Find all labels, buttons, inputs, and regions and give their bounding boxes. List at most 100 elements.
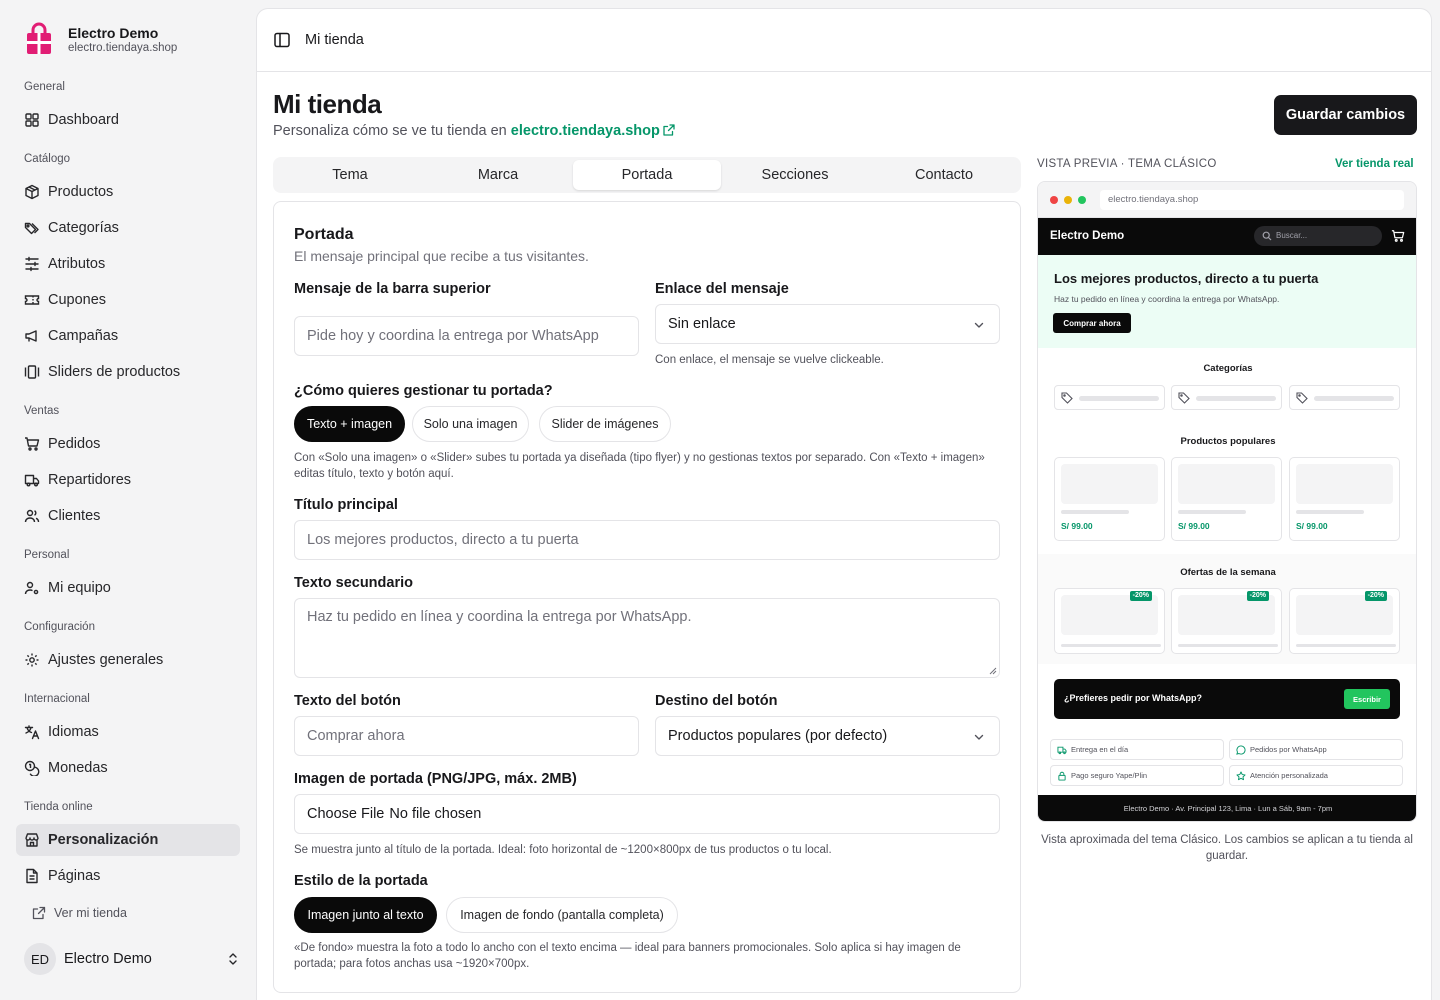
feature-label: Pago seguro Yape/Plin	[1071, 771, 1148, 780]
save-button[interactable]: Guardar cambios	[1274, 95, 1417, 135]
sidebar-item-atributos[interactable]: Atributos	[16, 248, 240, 280]
brand-domain: electro.tiendaya.shop	[68, 41, 178, 54]
placeholder-bar	[1061, 510, 1129, 514]
sidebar: Electro Demo electro.tiendaya.shop Gener…	[0, 0, 256, 1000]
tab-tema[interactable]: Tema	[276, 160, 424, 190]
preview-feature: Pedidos por WhatsApp	[1229, 739, 1403, 760]
avatar: ED	[24, 943, 56, 975]
tab-secciones[interactable]: Secciones	[721, 160, 869, 190]
gear-icon	[25, 653, 39, 667]
preview-category-card	[1054, 385, 1165, 410]
group-label-internacional: Internacional	[24, 693, 90, 705]
sidebar-item-categorias[interactable]: Categorías	[16, 212, 240, 244]
resize-handle-icon[interactable]	[989, 667, 997, 675]
truck-icon	[1057, 746, 1067, 755]
chat-icon	[1236, 745, 1246, 755]
product-image-placeholder	[1061, 464, 1158, 504]
sidebar-item-label: Idiomas	[48, 724, 99, 740]
page-subtitle-text: Personaliza cómo se ve tu tienda en	[273, 123, 507, 139]
file-status: No file chosen	[389, 806, 482, 822]
sidebar-item-monedas[interactable]: Monedas	[16, 752, 240, 784]
sidebar-item-personalizacion[interactable]: Personalización	[16, 824, 240, 856]
style-image-beside-text[interactable]: Imagen junto al texto	[294, 897, 437, 933]
sidebar-item-label: Pedidos	[48, 436, 101, 452]
button-destination-select[interactable]: Productos populares (por defecto)	[655, 716, 1000, 756]
sidebar-item-campanas[interactable]: Campañas	[16, 320, 240, 352]
sidebar-item-pedidos[interactable]: Pedidos	[16, 428, 240, 460]
preview-category-card	[1171, 385, 1282, 410]
option-text-image[interactable]: Texto + imagen	[294, 406, 405, 442]
breadcrumb: Mi tienda	[305, 32, 364, 48]
button-text-input[interactable]: Comprar ahora	[294, 716, 639, 756]
sidebar-item-sliders[interactable]: Sliders de productos	[16, 356, 240, 388]
sidebar-item-label: Atributos	[48, 256, 106, 272]
message-link-label: Enlace del mensaje	[655, 281, 789, 297]
preview-navbar: Electro Demo Buscar...	[1038, 218, 1416, 255]
sidebar-item-equipo[interactable]: Mi equipo	[16, 572, 240, 604]
sidebar-item-ajustes[interactable]: Ajustes generales	[16, 644, 240, 676]
chevrons-up-down-icon	[229, 953, 237, 965]
user-cog-icon	[24, 581, 39, 595]
main-title-input[interactable]: Los mejores productos, directo a tu puer…	[294, 520, 1000, 560]
secondary-text-textarea[interactable]: Haz tu pedido en línea y coordina la ent…	[294, 598, 1000, 678]
ticket-icon	[24, 295, 40, 305]
placeholder-bar	[1178, 644, 1278, 647]
tags-icon	[24, 222, 39, 235]
main-panel: Mi tienda Mi tienda Personaliza cómo se …	[256, 8, 1432, 1000]
brand[interactable]: Electro Demo electro.tiendaya.shop	[24, 22, 177, 56]
sidebar-item-productos[interactable]: Productos	[16, 176, 240, 208]
sidebar-item-label: Clientes	[48, 508, 101, 524]
topbar-message-input[interactable]: Pide hoy y coordina la entrega por Whats…	[294, 316, 639, 356]
user-menu[interactable]: ED Electro Demo	[24, 943, 240, 975]
feature-label: Atención personalizada	[1250, 771, 1328, 780]
package-icon	[25, 184, 39, 200]
search-icon	[1262, 231, 1272, 241]
view-store-link[interactable]: Ver mi tienda	[32, 906, 127, 920]
sidebar-item-idiomas[interactable]: Idiomas	[16, 716, 240, 748]
sidebar-toggle-icon[interactable]	[273, 31, 291, 49]
sidebar-item-repartidores[interactable]: Repartidores	[16, 464, 240, 496]
group-label-general: General	[24, 81, 65, 93]
tab-portada[interactable]: Portada	[573, 160, 721, 190]
preview-offer-card: -20%	[1054, 588, 1165, 654]
tab-marca[interactable]: Marca	[424, 160, 572, 190]
preview-whatsapp-banner: ¿Prefieres pedir por WhatsApp? Escribir	[1054, 679, 1400, 719]
sidebar-item-cupones[interactable]: Cupones	[16, 284, 240, 316]
product-image-placeholder	[1178, 464, 1275, 504]
style-background-image[interactable]: Imagen de fondo (pantalla completa)	[446, 897, 678, 933]
sidebar-item-paginas[interactable]: Páginas	[16, 860, 240, 892]
manage-cover-label: ¿Cómo quieres gestionar tu portada?	[294, 383, 553, 399]
message-link-select[interactable]: Sin enlace	[655, 304, 1000, 344]
choose-file-button[interactable]: Choose File	[307, 806, 384, 822]
cover-image-file-input[interactable]: Choose File No file chosen	[294, 794, 1000, 834]
sidebar-item-label: Categorías	[48, 220, 119, 236]
preview-hero-title: Los mejores productos, directo a tu puer…	[1054, 271, 1319, 286]
placeholder-bar	[1296, 644, 1396, 647]
sidebar-item-dashboard[interactable]: Dashboard	[16, 104, 240, 136]
preview-categories-title: Categorías	[1203, 363, 1253, 374]
sidebar-item-clientes[interactable]: Clientes	[16, 500, 240, 532]
preview-feature: Entrega en el día	[1050, 739, 1224, 760]
tab-bar: Tema Marca Portada Secciones Contacto	[273, 157, 1021, 193]
view-real-store-link[interactable]: Ver tienda real	[1335, 158, 1414, 170]
cover-style-label: Estilo de la portada	[294, 873, 428, 889]
preview-search-placeholder: Buscar...	[1276, 231, 1308, 240]
tab-contacto[interactable]: Contacto	[870, 160, 1018, 190]
whatsapp-banner-text: ¿Prefieres pedir por WhatsApp?	[1064, 693, 1203, 703]
option-single-image[interactable]: Solo una imagen	[412, 406, 529, 442]
browser-chrome: electro.tiendaya.shop	[1038, 182, 1416, 218]
option-image-slider[interactable]: Slider de imágenes	[539, 406, 671, 442]
product-price: S/ 99.00	[1061, 521, 1093, 531]
cover-image-label: Imagen de portada (PNG/JPG, máx. 2MB)	[294, 771, 577, 787]
sidebar-item-label: Productos	[48, 184, 114, 200]
group-label-catalogo: Catálogo	[24, 153, 71, 165]
secondary-text-placeholder: Haz tu pedido en línea y coordina la ent…	[307, 609, 692, 625]
product-image-placeholder	[1296, 464, 1393, 504]
preview-product-card: S/ 99.00	[1171, 457, 1282, 541]
placeholder-bar	[1079, 396, 1159, 401]
store-icon	[25, 833, 39, 847]
user-name: Electro Demo	[64, 951, 152, 967]
store-domain-link[interactable]: electro.tiendaya.shop	[511, 123, 675, 139]
store-domain-text: electro.tiendaya.shop	[510, 123, 660, 139]
main-title-label: Título principal	[294, 497, 398, 513]
